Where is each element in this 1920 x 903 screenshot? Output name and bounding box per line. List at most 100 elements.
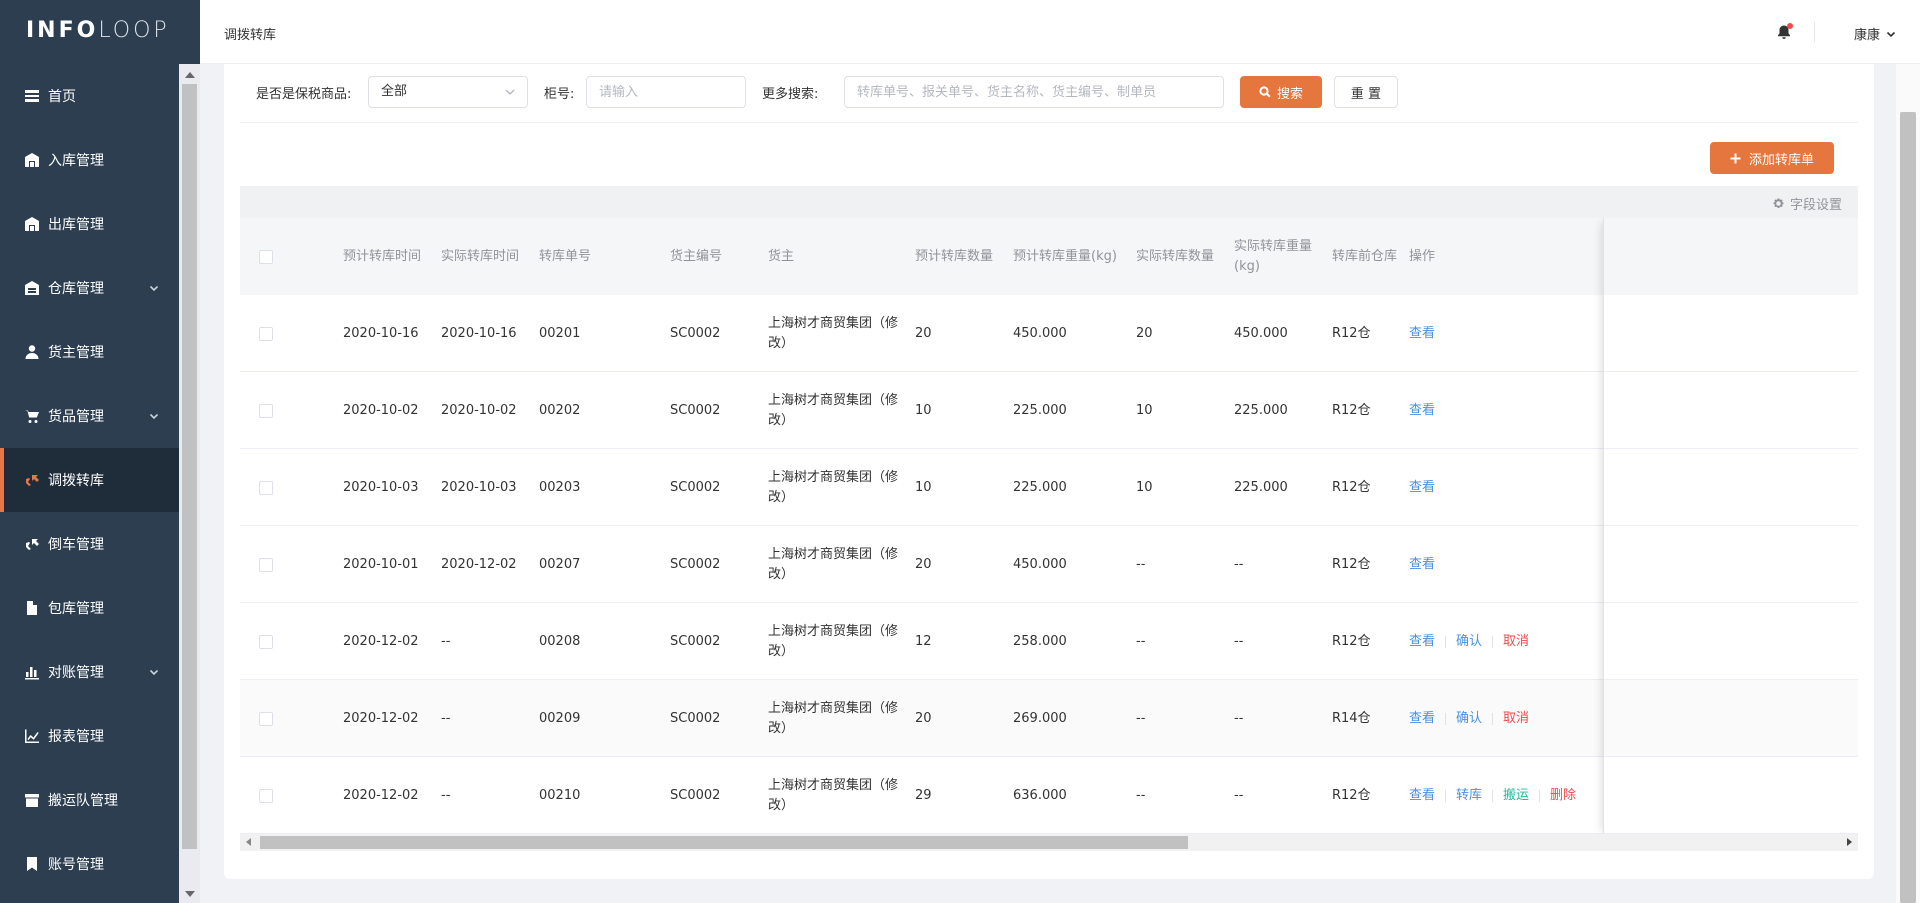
sidebar-item-12[interactable]: 账号管理 <box>0 832 179 896</box>
chevron-down-icon <box>505 87 515 97</box>
bonded-select[interactable]: 全部 <box>368 76 528 108</box>
sidebar-item-4[interactable]: 货主管理 <box>0 320 179 384</box>
user-menu[interactable]: 康康 <box>1854 24 1896 43</box>
row-checkbox[interactable] <box>259 557 273 572</box>
cell-owner: 上海树才商贸集团（修改） <box>768 315 899 351</box>
row-actions: 查看 确认 取消 <box>1409 680 1649 757</box>
row-checkbox[interactable] <box>259 711 273 726</box>
reset-button[interactable]: 重 置 <box>1334 76 1398 108</box>
add-transfer-label: 添加转库单 <box>1748 152 1814 168</box>
cell-plan-qty: 10 <box>915 479 932 495</box>
cell-actual-weight: 225.000 <box>1234 402 1288 418</box>
table-row: 2020-10-16 2020-10-16 00201 SC0002 上海树才商贸集团（… <box>240 295 1858 372</box>
cell-no: 00208 <box>539 633 581 649</box>
action-separator <box>1445 712 1447 725</box>
table-row: 2020-12-02 -- 00209 SC0002 上海树才商贸集团（修改） 20 269… <box>240 680 1858 757</box>
sidebar-item-label: 包库管理 <box>48 601 104 617</box>
row-actions: 查看 转库 搬运 删除 <box>1409 757 1649 834</box>
sidebar-item-label: 首页 <box>48 89 76 105</box>
cell-from-wh: R12仓 <box>1332 787 1371 803</box>
table-horizontal-scrollbar[interactable] <box>240 834 1858 851</box>
action-link[interactable]: 查看 <box>1409 324 1435 344</box>
search-button[interactable]: 搜索 <box>1240 76 1322 108</box>
action-link[interactable]: 查看 <box>1409 555 1435 575</box>
truck-icon <box>24 536 40 552</box>
search-button-label: 搜索 <box>1276 86 1303 102</box>
action-link[interactable]: 确认 <box>1456 709 1482 729</box>
main-scroll-thumb[interactable] <box>1900 112 1916 903</box>
sidebar-scroll-thumb[interactable] <box>182 84 197 849</box>
sidebar-item-1[interactable]: 入库管理 <box>0 128 179 192</box>
select-all-checkbox[interactable] <box>259 249 273 264</box>
cell-actual-weight: -- <box>1234 633 1244 649</box>
search-icon <box>1259 86 1271 98</box>
sidebar-item-2[interactable]: 出库管理 <box>0 192 179 256</box>
sidebar-item-6[interactable]: 调拨转库 <box>0 448 179 512</box>
column-header: 转库前仓库 <box>1332 248 1398 264</box>
sidebar-item-11[interactable]: 搬运队管理 <box>0 768 179 832</box>
cell-from-wh: R14仓 <box>1332 710 1371 726</box>
row-actions: 查看 <box>1409 449 1649 526</box>
action-link[interactable]: 搬运 <box>1503 786 1529 806</box>
cell-plan-weight: 225.000 <box>1013 402 1067 418</box>
more-search-input[interactable] <box>844 76 1224 108</box>
sidebar-item-5[interactable]: 货品管理 <box>0 384 179 448</box>
sidebar-item-7[interactable]: 倒车管理 <box>0 512 179 576</box>
action-link[interactable]: 删除 <box>1550 786 1576 806</box>
warehouse-out-icon <box>24 216 40 232</box>
cell-owner-code: SC0002 <box>670 710 721 726</box>
cell-plan-weight: 258.000 <box>1013 633 1067 649</box>
scroll-left-arrow-icon[interactable] <box>246 838 251 846</box>
plus-icon <box>1730 153 1741 163</box>
action-link[interactable]: 查看 <box>1409 786 1435 806</box>
file-icon <box>24 600 40 616</box>
column-header: 实际转库重量(kg) <box>1234 238 1313 274</box>
action-link[interactable]: 查看 <box>1409 632 1435 652</box>
row-checkbox-cell <box>259 757 273 834</box>
sidebar-item-9[interactable]: 对账管理 <box>0 640 179 704</box>
warehouse-in-icon <box>24 152 40 168</box>
table-scroll-thumb[interactable] <box>260 836 1188 849</box>
cell-actual-weight: -- <box>1234 710 1244 726</box>
action-link[interactable]: 取消 <box>1503 709 1529 729</box>
column-header: 实际转库时间 <box>441 248 520 264</box>
main-scrollbar[interactable] <box>1896 64 1920 903</box>
action-link[interactable]: 查看 <box>1409 709 1435 729</box>
cabinet-input[interactable] <box>586 76 746 108</box>
action-link[interactable]: 确认 <box>1456 632 1482 652</box>
action-link[interactable]: 查看 <box>1409 401 1435 421</box>
sidebar-item-0[interactable]: 首页 <box>0 64 179 128</box>
cell-plan-weight: 450.000 <box>1013 325 1067 341</box>
sidebar-item-10[interactable]: 报表管理 <box>0 704 179 768</box>
cell-plan-weight: 636.000 <box>1013 787 1067 803</box>
action-link[interactable]: 查看 <box>1409 478 1435 498</box>
sidebar-item-8[interactable]: 包库管理 <box>0 576 179 640</box>
row-checkbox-cell <box>259 526 273 603</box>
row-checkbox[interactable] <box>259 403 273 418</box>
add-transfer-button[interactable]: 添加转库单 <box>1710 142 1834 174</box>
cell-actual-qty: -- <box>1136 710 1146 726</box>
notification-bell-icon[interactable] <box>1776 23 1793 40</box>
cell-owner-code: SC0002 <box>670 325 721 341</box>
action-separator <box>1445 635 1447 648</box>
scroll-right-arrow-icon[interactable] <box>1847 838 1852 846</box>
scroll-down-arrow-icon[interactable] <box>185 891 195 897</box>
row-checkbox[interactable] <box>259 326 273 341</box>
cell-owner-code: SC0002 <box>670 787 721 803</box>
column-header: 货主编号 <box>670 248 723 264</box>
row-checkbox[interactable] <box>259 634 273 649</box>
sidebar-item-3[interactable]: 仓库管理 <box>0 256 179 320</box>
sidebar-scrollbar[interactable] <box>179 64 200 903</box>
chevron-down-icon <box>149 667 159 677</box>
scroll-up-arrow-icon[interactable] <box>185 72 195 78</box>
notification-dot <box>1787 23 1793 29</box>
row-checkbox[interactable] <box>259 788 273 803</box>
cell-no: 00207 <box>539 556 581 572</box>
field-settings-button[interactable]: 字段设置 <box>1772 194 1842 213</box>
row-checkbox[interactable] <box>259 480 273 495</box>
action-link[interactable]: 转库 <box>1456 786 1482 806</box>
transfer-table: 预计转库时间 实际转库时间 转库单号 货主编号 货主 预计转库数量 预计转库重量(kg) 实际… <box>240 218 1858 835</box>
action-link[interactable]: 取消 <box>1503 632 1529 652</box>
top-header: 调拨转库 康康 <box>200 0 1920 64</box>
table-toolbar: 字段设置 <box>240 186 1858 218</box>
